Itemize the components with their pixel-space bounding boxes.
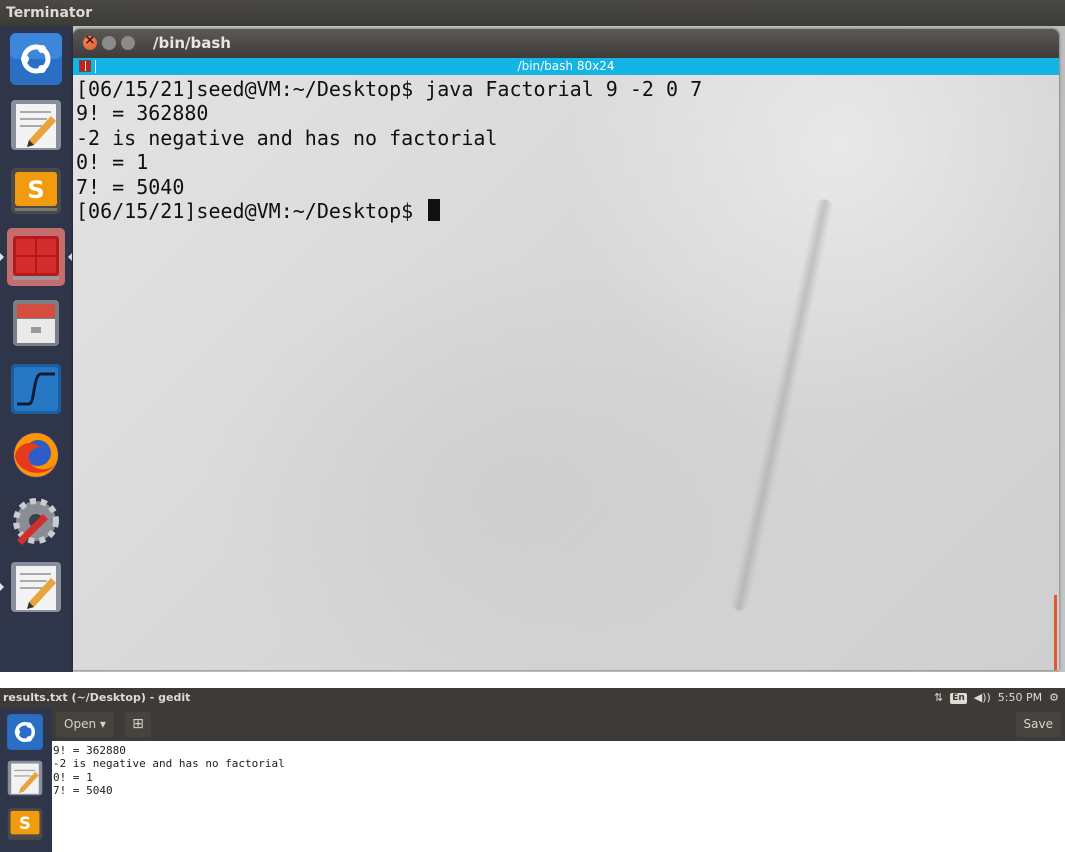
terminal-line: -2 is negative and has no factorial	[76, 125, 498, 150]
document-line: -2 is negative and has no factorial	[53, 757, 285, 771]
network-icon[interactable]: ⇅	[934, 688, 943, 708]
top-panel: results.txt (~/Desktop) - gedit ⇅ En ◀))…	[0, 688, 1065, 708]
document-line: 7! = 5040	[53, 784, 113, 798]
new-tab-icon[interactable]: ⊞	[125, 712, 151, 737]
open-button[interactable]: Open ▾	[56, 712, 114, 737]
settings-gear-icon[interactable]: ⚙	[1049, 688, 1059, 708]
text-editor-icon[interactable]	[7, 558, 65, 616]
svg-text:S: S	[19, 814, 31, 833]
text-editor-icon[interactable]	[5, 758, 45, 798]
gedit-screenshot: results.txt (~/Desktop) - gedit ⇅ En ◀))…	[0, 688, 1065, 852]
terminal-prompt: [06/15/21]seed@VM:~/Desktop$	[76, 199, 426, 224]
system-settings-icon[interactable]	[7, 492, 65, 550]
terminal-output-area[interactable]: [06/15/21]seed@VM:~/Desktop$ java Factor…	[73, 75, 1059, 670]
sublime-text-icon[interactable]: S	[7, 162, 65, 220]
gedit-window-title: results.txt (~/Desktop) - gedit	[3, 691, 191, 704]
terminator-screenshot: Terminator S × /bin/bash /bin/bash 80x24…	[0, 0, 1065, 672]
terminal-window-title: /bin/bash	[153, 34, 231, 52]
volume-icon[interactable]: ◀))	[974, 688, 991, 708]
terminator-icon[interactable]	[7, 228, 65, 286]
ubuntu-logo-icon[interactable]	[5, 712, 45, 752]
terminal-tab-bar[interactable]: /bin/bash 80x24	[73, 58, 1059, 75]
terminal-cursor	[428, 199, 441, 222]
keyboard-layout-indicator[interactable]: En	[950, 692, 967, 704]
svg-text:S: S	[27, 176, 44, 204]
system-tray: ⇅ En ◀)) 5:50 PM ⚙	[934, 688, 1059, 708]
firefox-icon[interactable]	[7, 426, 65, 484]
document-line: 0! = 1	[53, 770, 93, 784]
terminal-line: 9! = 362880	[76, 101, 209, 126]
terminal-size-title: /bin/bash 80x24	[517, 59, 615, 73]
save-button[interactable]: Save	[1015, 712, 1061, 737]
unity-launcher: S	[0, 708, 52, 852]
close-window-button[interactable]	[83, 33, 97, 50]
text-editor-icon[interactable]	[7, 96, 65, 154]
wireshark-icon[interactable]	[7, 360, 65, 418]
unity-launcher: S	[0, 26, 73, 672]
scrollbar[interactable]	[1054, 595, 1057, 670]
terminal-line: [06/15/21]seed@VM:~/Desktop$ java Factor…	[76, 77, 703, 101]
maximize-window-button[interactable]	[121, 36, 135, 50]
terminal-line: 7! = 5040	[76, 174, 185, 199]
sublime-text-icon[interactable]: S	[5, 804, 45, 844]
minimize-window-button[interactable]	[102, 36, 116, 50]
clock[interactable]: 5:50 PM	[998, 688, 1042, 708]
document-line: 9! = 362880	[53, 744, 126, 757]
terminal-line: 0! = 1	[76, 150, 149, 175]
ubuntu-logo-icon[interactable]	[7, 30, 65, 88]
terminal-titlebar[interactable]: /bin/bash	[73, 29, 1059, 58]
top-panel-app-title: Terminator	[0, 0, 1065, 26]
file-cabinet-icon[interactable]	[7, 294, 65, 352]
gedit-header-bar: Open ▾ ⊞ Save	[52, 708, 1065, 741]
terminal-window[interactable]: /bin/bash /bin/bash 80x24 [06/15/21]seed…	[73, 29, 1059, 670]
gedit-document-text[interactable]: 9! = 362880 -2 is negative and has no fa…	[53, 744, 285, 798]
terminal-output: [06/15/21]seed@VM:~/Desktop$ java Factor…	[76, 77, 702, 223]
